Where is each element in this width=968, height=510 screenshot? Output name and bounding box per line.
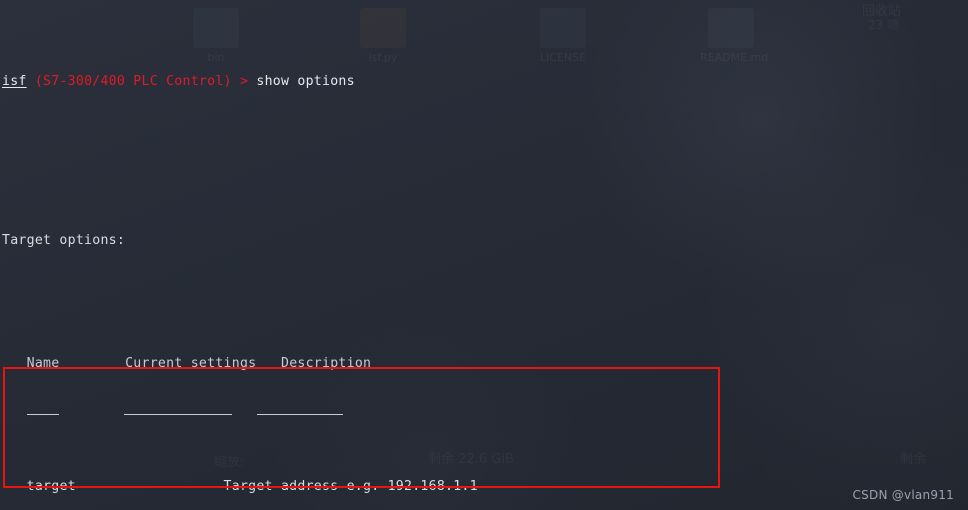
prompt-open-paren: ( [26, 74, 44, 90]
target-table-rule [2, 408, 968, 426]
table-row: target Target address e.g. 192.168.1.1 [2, 478, 968, 496]
prompt-module-name: S7-300/400 PLC Control [43, 74, 224, 90]
terminal-window[interactable]: isf (S7-300/400 PLC Control) > show opti… [0, 0, 968, 510]
option-name: target [26, 479, 76, 495]
command-show-options: show options [256, 74, 355, 90]
prompt-line-show-options: isf (S7-300/400 PLC Control) > show opti… [2, 73, 968, 91]
watermark: CSDN @vlan911 [852, 488, 954, 502]
target-table-header: Name Current settings Description [2, 355, 968, 373]
target-options-title: Target options: [2, 232, 126, 248]
header-current-settings: Current settings [125, 355, 257, 371]
prompt-close-paren: ) > [223, 74, 257, 90]
option-description: Target address e.g. 192.168.1.1 [223, 479, 478, 495]
header-description: Description [280, 355, 372, 371]
prompt-app-name: isf [2, 74, 27, 90]
header-name: Name [26, 355, 60, 371]
